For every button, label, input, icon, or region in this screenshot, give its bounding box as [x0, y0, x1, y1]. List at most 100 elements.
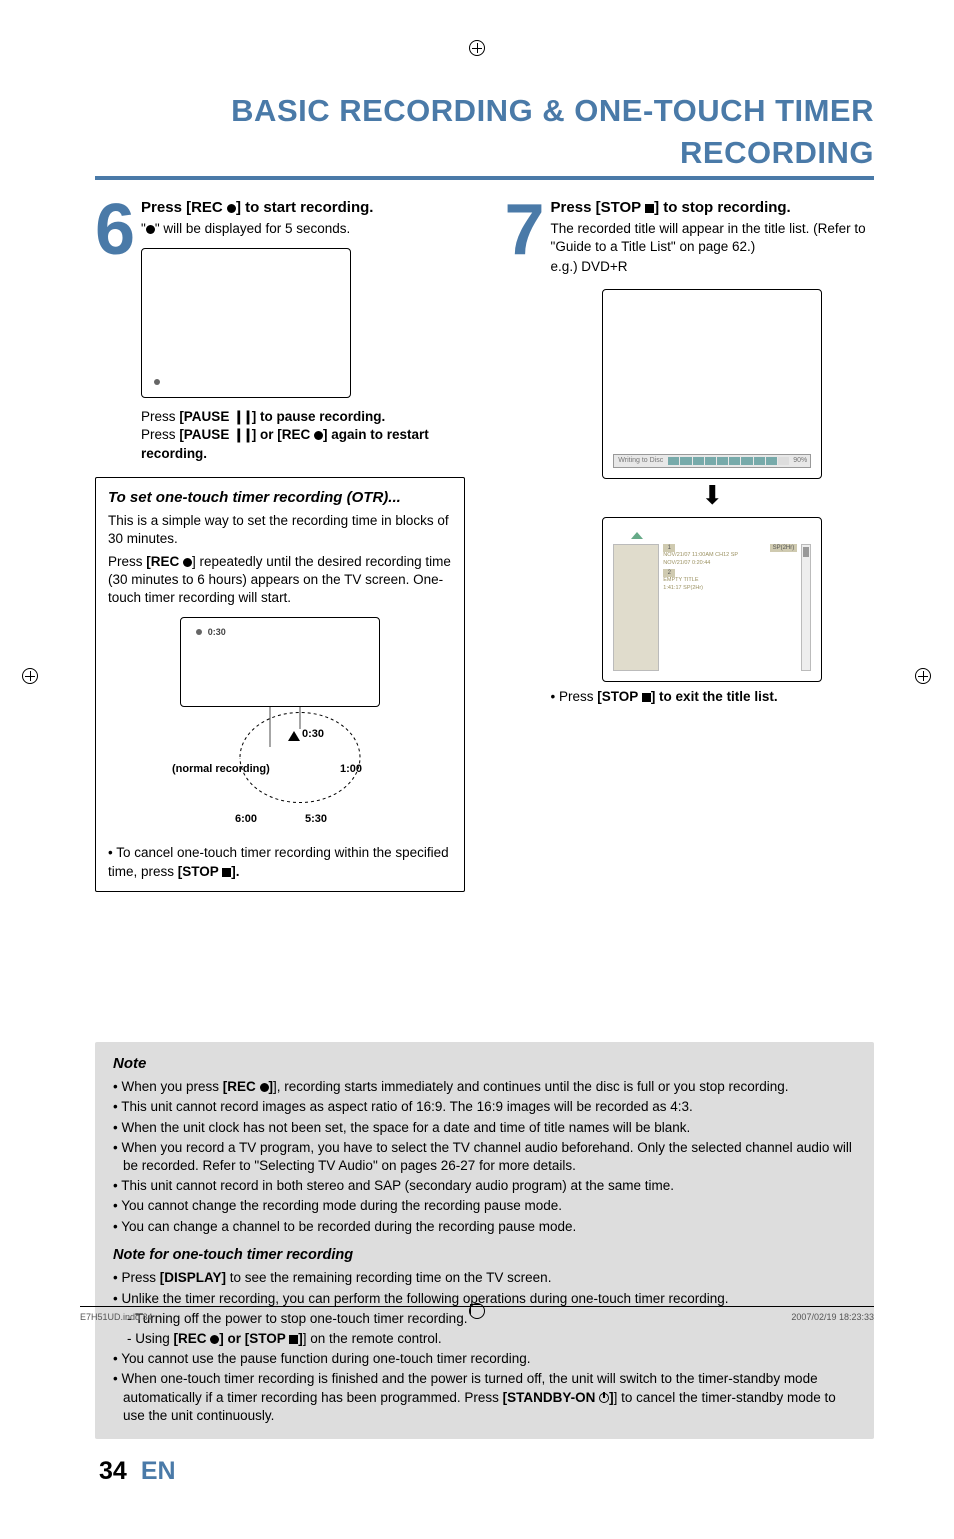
restart-instruction: Press [PAUSE ❙❙] or [REC ] again to rest…: [141, 426, 464, 462]
otr-heading: To set one-touch timer recording (OTR)..…: [108, 488, 452, 508]
rec-button-label: [REC: [277, 427, 314, 442]
registration-mark-top: [469, 40, 485, 56]
print-footer: E7H51UD.indd 34 2007/02/19 18:23:33: [80, 1306, 874, 1323]
text: • To cancel one-touch timer recording wi…: [108, 845, 449, 878]
registration-mark-right: [915, 668, 931, 684]
title-entry-2: 2 EMPTY TITLE 1:41:17 SP(2Hr): [663, 569, 797, 592]
notes-heading-2: Note for one-touch timer recording: [113, 1246, 856, 1266]
record-icon: [260, 1083, 269, 1092]
title-entries: 1 SP(2Hr) NOV/21/07 11:00AM CH12 SP NOV/…: [663, 544, 797, 671]
step-7-heading: Press [STOP ] to stop recording.: [551, 198, 874, 218]
entry-line: EMPTY TITLE: [663, 577, 797, 584]
note-item: You can change a channel to be recorded …: [113, 1218, 856, 1236]
otr-cycle-diagram: 0:30 1:00 5:30 6:00 (normal recording): [170, 707, 390, 837]
progress-segments: [667, 456, 790, 466]
step-7: 7 Press [STOP ] to stop recording. The r…: [505, 198, 875, 707]
note-item: This unit cannot record in both stereo a…: [113, 1177, 856, 1195]
otr-time-display: 0:30: [208, 626, 226, 638]
pause-icon: ❙❙: [233, 426, 252, 444]
notes-box: Note When you press [REC ]], recording s…: [95, 1042, 874, 1439]
text: Press: [141, 409, 179, 424]
note-item: When the unit clock has not been set, th…: [113, 1119, 856, 1137]
title-entry-1: 1 SP(2Hr) NOV/21/07 11:00AM CH12 SP NOV/…: [663, 544, 797, 567]
step-6-heading: Press [REC ] to start recording.: [141, 198, 464, 218]
text: Press: [141, 199, 186, 216]
tv-screen-writing: Writing to Disc 90%: [602, 289, 822, 479]
note-item: Press [DISPLAY] to see the remaining rec…: [113, 1269, 856, 1287]
entry-line: 1:41:17 SP(2Hr): [663, 585, 797, 592]
label-030: 0:30: [302, 728, 324, 740]
step-7-sub1: The recorded title will appear in the ti…: [551, 220, 874, 256]
text: ] to pause recording.: [252, 409, 386, 424]
writing-progress: Writing to Disc 90%: [613, 454, 811, 468]
step-6-sub: "" will be displayed for 5 seconds.: [141, 220, 464, 238]
page-footer: 34 EN: [95, 1455, 874, 1489]
entry-mode: SP(2Hr): [770, 544, 798, 552]
note-item: This unit cannot record images as aspect…: [113, 1098, 856, 1116]
text: • Press: [551, 689, 598, 704]
otr-cancel: • To cancel one-touch timer recording wi…: [108, 844, 452, 880]
pause-instruction: Press [PAUSE ❙❙] to pause recording.: [141, 408, 464, 426]
page-language: EN: [141, 1455, 176, 1489]
eject-icon: [631, 532, 643, 539]
pause-icon: ❙❙: [233, 408, 252, 426]
two-column-layout: 6 Press [REC ] to start recording. "" wi…: [95, 198, 874, 892]
stop-button-label: [STOP: [178, 864, 223, 879]
note-item: When you record a TV program, you have t…: [113, 1139, 856, 1175]
text: ] or: [252, 427, 278, 442]
label-600: 6:00: [235, 813, 257, 825]
text: ].: [231, 864, 239, 879]
otr-box: To set one-touch timer recording (OTR)..…: [95, 477, 465, 892]
tv-screen-titlelist: 1 SP(2Hr) NOV/21/07 11:00AM CH12 SP NOV/…: [602, 517, 822, 682]
record-icon: [196, 629, 202, 635]
progress-pct: 90%: [790, 456, 810, 465]
label-530: 5:30: [305, 813, 327, 825]
pause-button-label: [PAUSE: [179, 409, 233, 424]
title-list: 1 SP(2Hr) NOV/21/07 11:00AM CH12 SP NOV/…: [613, 528, 811, 671]
otr-diagram: 0:30 0:30 1:00 5:30 6:00 (normal recordi…: [108, 617, 452, 842]
step-7-sub2: e.g.) DVD+R: [551, 258, 874, 276]
record-icon: [183, 558, 192, 567]
rec-button-label: [REC: [146, 554, 183, 569]
stop-icon: [645, 204, 654, 213]
otr-p2: Press [REC ] repeatedly until the desire…: [108, 553, 452, 608]
text: Press: [108, 554, 146, 569]
tv-screen-recording: [141, 248, 351, 398]
registration-mark-left: [22, 668, 38, 684]
title-thumbnail: [613, 544, 659, 671]
pause-button-label: [PAUSE: [179, 427, 233, 442]
entry-num: 2: [663, 569, 675, 577]
stop-button-label: [STOP: [596, 199, 645, 216]
text: " will be displayed for 5 seconds.: [155, 221, 350, 236]
record-icon: [154, 379, 160, 385]
text: Press: [141, 427, 179, 442]
print-file: E7H51UD.indd 34: [80, 1311, 153, 1323]
note-item: When one-touch timer recording is finish…: [113, 1370, 856, 1425]
note-item: You cannot use the pause function during…: [113, 1350, 856, 1368]
step-number-6: 6: [95, 202, 135, 463]
label-100: 1:00: [340, 763, 362, 775]
titlelist-topbar: [613, 528, 811, 542]
stop-icon: [289, 1335, 298, 1344]
record-icon: [210, 1335, 219, 1344]
entry-num: 1: [663, 544, 675, 552]
label-normal: (normal recording): [172, 763, 270, 775]
notes-list: When you press [REC ]], recording starts…: [113, 1078, 856, 1236]
step-6-body: Press [REC ] to start recording. "" will…: [141, 198, 464, 463]
otr-p1: This is a simple way to set the recordin…: [108, 512, 452, 548]
exit-titlelist: • Press [STOP ] to exit the title list.: [551, 688, 874, 706]
notes-heading: Note: [113, 1054, 856, 1074]
text: Press: [551, 199, 596, 216]
step-6: 6 Press [REC ] to start recording. "" wi…: [95, 198, 465, 463]
stop-button-label: [STOP: [597, 689, 642, 704]
record-icon: [314, 431, 323, 440]
page-number: 34: [99, 1455, 127, 1489]
entry-line: NOV/21/07 0:20:44: [663, 560, 797, 567]
entry-line: NOV/21/07 11:00AM CH12 SP: [663, 552, 797, 559]
note-item: You cannot change the recording mode dur…: [113, 1197, 856, 1215]
stop-icon: [642, 693, 651, 702]
right-column: 7 Press [STOP ] to stop recording. The r…: [505, 198, 875, 892]
arrow-down-icon: ⬇: [551, 485, 874, 506]
stop-icon: [222, 868, 231, 877]
rec-button-label: [REC: [186, 199, 227, 216]
